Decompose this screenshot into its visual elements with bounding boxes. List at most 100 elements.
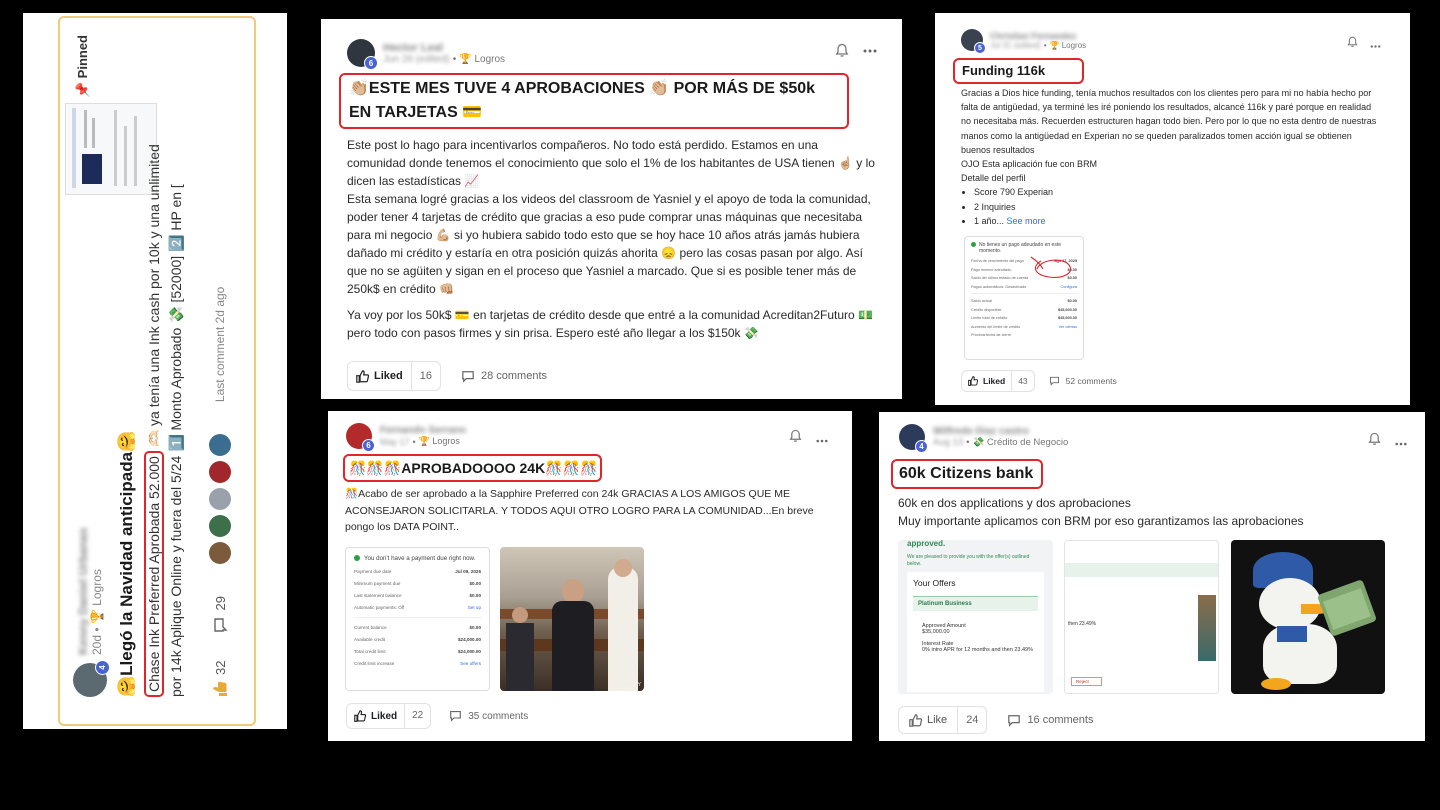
avatar: [209, 461, 231, 484]
statement-row: Próxima fecha de cierre: [971, 333, 1012, 338]
author-name[interactable]: Fernando Serrano: [380, 425, 466, 436]
reject-button[interactable]: Reject: [1071, 677, 1102, 686]
pinned-post-card[interactable]: 4 Kenny Daniel Urbanas 20d • 🏆 Logros 📌 …: [23, 13, 287, 729]
thumbs-up-icon: [356, 369, 369, 383]
handwritten-circle: [1030, 256, 1071, 278]
attachment-screenshot[interactable]: approved. We are pleased to provide you …: [898, 540, 1053, 694]
attachment-screenshot[interactable]: No tienes un pago adeudado en este momen…: [964, 236, 1084, 360]
more-options-icon[interactable]: [1395, 433, 1407, 451]
avatar: [209, 488, 231, 511]
level-badge: 5: [974, 42, 986, 54]
comment-button[interactable]: 29: [212, 596, 228, 632]
pinned-label: 📌 Pinned: [75, 35, 90, 99]
like-button[interactable]: Liked 43: [961, 370, 1035, 392]
gif-tag: GIPHY: [625, 682, 641, 688]
comment-icon: [1049, 376, 1059, 386]
statement-row: Límite total de crédito $45,000.00: [971, 316, 1077, 321]
post-body: 60k en dos applications y dos aprobacion…: [898, 496, 1304, 528]
post-date: Aug 13: [933, 437, 964, 448]
bell-icon[interactable]: [1368, 432, 1381, 451]
check-icon: [971, 242, 976, 247]
more-options-icon[interactable]: [816, 430, 828, 448]
author-avatar[interactable]: 5: [961, 29, 986, 54]
level-badge: 4: [915, 440, 928, 453]
post-date: Jun 26 (edited): [383, 53, 450, 65]
gif-image[interactable]: [1231, 540, 1385, 694]
post-card[interactable]: 4 Wilfredo Diaz castro Aug 13 • 💸 Crédito …: [879, 412, 1425, 741]
author-avatar[interactable]: 6: [346, 423, 375, 452]
bell-icon[interactable]: [835, 43, 849, 58]
like-count: 22: [404, 704, 430, 728]
statement-row: Aumento del límite de crédito Ver ofertas: [971, 324, 1077, 329]
thumbs-up-icon: [968, 376, 978, 386]
post-time: 20d: [90, 634, 104, 655]
bell-icon[interactable]: [1347, 35, 1358, 53]
avatar: [209, 434, 231, 457]
post-body: 🎊Acabo de ser aprobado a la Sapphire Pre…: [345, 488, 814, 533]
list-item: 2 Inquiries: [974, 200, 1381, 214]
post-title[interactable]: 👏🏼ESTE MES TUVE 4 APROBACIONES 👏🏼 POR MÁ…: [339, 73, 849, 129]
avatar: [209, 542, 231, 565]
like-count: 16: [410, 362, 440, 390]
comment-icon: [462, 370, 474, 383]
like-count: 32: [212, 660, 228, 675]
see-more-link[interactable]: See more: [1007, 216, 1046, 226]
comments-link[interactable]: 16 comments: [1007, 714, 1093, 727]
like-button[interactable]: 32: [212, 661, 228, 697]
author-name[interactable]: Kenny Daniel Urbanas: [76, 528, 90, 655]
post-title[interactable]: Funding 116k: [953, 58, 1084, 84]
author-name[interactable]: Wilfredo Diaz castro: [933, 426, 1068, 437]
post-card[interactable]: 6 Fernando Serrano May 17 • 🏆 Logros 🎊🎊🎊AP…: [328, 411, 852, 741]
like-button[interactable]: Liked 22: [346, 703, 432, 729]
comments-link[interactable]: 28 comments: [461, 370, 547, 383]
statement-row: Saldo actual $0.00: [971, 293, 1077, 303]
post-category[interactable]: 💸 Crédito de Negocio: [972, 437, 1068, 448]
author-avatar[interactable]: 4: [73, 660, 110, 697]
level-badge: 4: [95, 660, 110, 675]
post-body: Este post lo hago para incentivarlos com…: [347, 138, 875, 340]
comment-icon: [450, 711, 462, 722]
list-item: Score 790 Experian: [974, 185, 1381, 199]
avatar: [209, 515, 231, 538]
like-button[interactable]: Like 24: [898, 706, 988, 734]
more-options-icon[interactable]: [863, 49, 877, 53]
post-title[interactable]: 🎊🎊🎊APROBADOOOO 24K🎊🎊🎊: [343, 454, 602, 482]
statement-row: Crédito disponible $45,000.00: [971, 307, 1077, 312]
post-category[interactable]: 🏆 Logros: [459, 54, 505, 65]
attachment-screenshot[interactable]: You don't have a payment due right now. …: [345, 547, 490, 691]
post-title[interactable]: 60k Citizens bank: [891, 459, 1043, 489]
statement-row: Total credit limit $24,000.00: [354, 649, 481, 654]
post-title[interactable]: 🤗Llegó la Navidad anticipada🤗: [117, 431, 137, 697]
statement-row: Pagos automáticos: Desactivado Configura: [971, 284, 1077, 289]
post-card[interactable]: 6 Hector Leal Jun 26 (edited) • 🏆 Logros 👏…: [321, 19, 902, 399]
author-name[interactable]: Christian Fernandez: [990, 31, 1086, 41]
level-badge: 6: [362, 439, 375, 452]
like-button[interactable]: Liked 16: [347, 361, 441, 391]
statement-row: Payment due date Jul 09, 2025: [354, 569, 481, 574]
post-category[interactable]: 🏆 Logros: [419, 436, 460, 447]
attachment-screenshot[interactable]: then 23.49% Reject: [1064, 540, 1219, 694]
post-card[interactable]: 5 Christian Fernandez Jul 31 (edited) • 🏆 …: [935, 13, 1410, 405]
statement-row: Minimum payment due $0.00: [354, 581, 481, 586]
list-item: 1 año... See more: [974, 214, 1381, 228]
post-excerpt: Chase Ink Preferred Aprobada 52.000 🫶🏻 y…: [144, 144, 184, 697]
author-avatar[interactable]: 4: [899, 424, 928, 453]
level-badge: 6: [364, 56, 378, 70]
author-avatar[interactable]: 6: [347, 39, 378, 70]
comment-count: 29: [212, 596, 228, 611]
comments-link[interactable]: 52 comments: [1049, 376, 1117, 386]
comments-link[interactable]: 35 comments: [449, 710, 528, 722]
more-options-icon[interactable]: [1370, 35, 1381, 53]
thumbs-up-icon: [909, 713, 922, 727]
author-name[interactable]: Hector Leal: [383, 42, 505, 54]
bell-icon[interactable]: [789, 429, 802, 448]
pin-icon: 📌: [75, 81, 90, 99]
post-category[interactable]: 🏆 Logros: [90, 569, 104, 624]
thumbs-up-icon: [213, 681, 227, 696]
highlighted-text: Chase Ink Preferred Aprobada 52.000: [144, 451, 164, 697]
post-date: Jul 31 (edited): [990, 40, 1041, 50]
gif-image[interactable]: GIPHY: [500, 547, 644, 691]
like-count: 24: [957, 707, 986, 733]
post-date: May 17: [380, 436, 410, 447]
post-category[interactable]: 🏆 Logros: [1050, 41, 1087, 50]
